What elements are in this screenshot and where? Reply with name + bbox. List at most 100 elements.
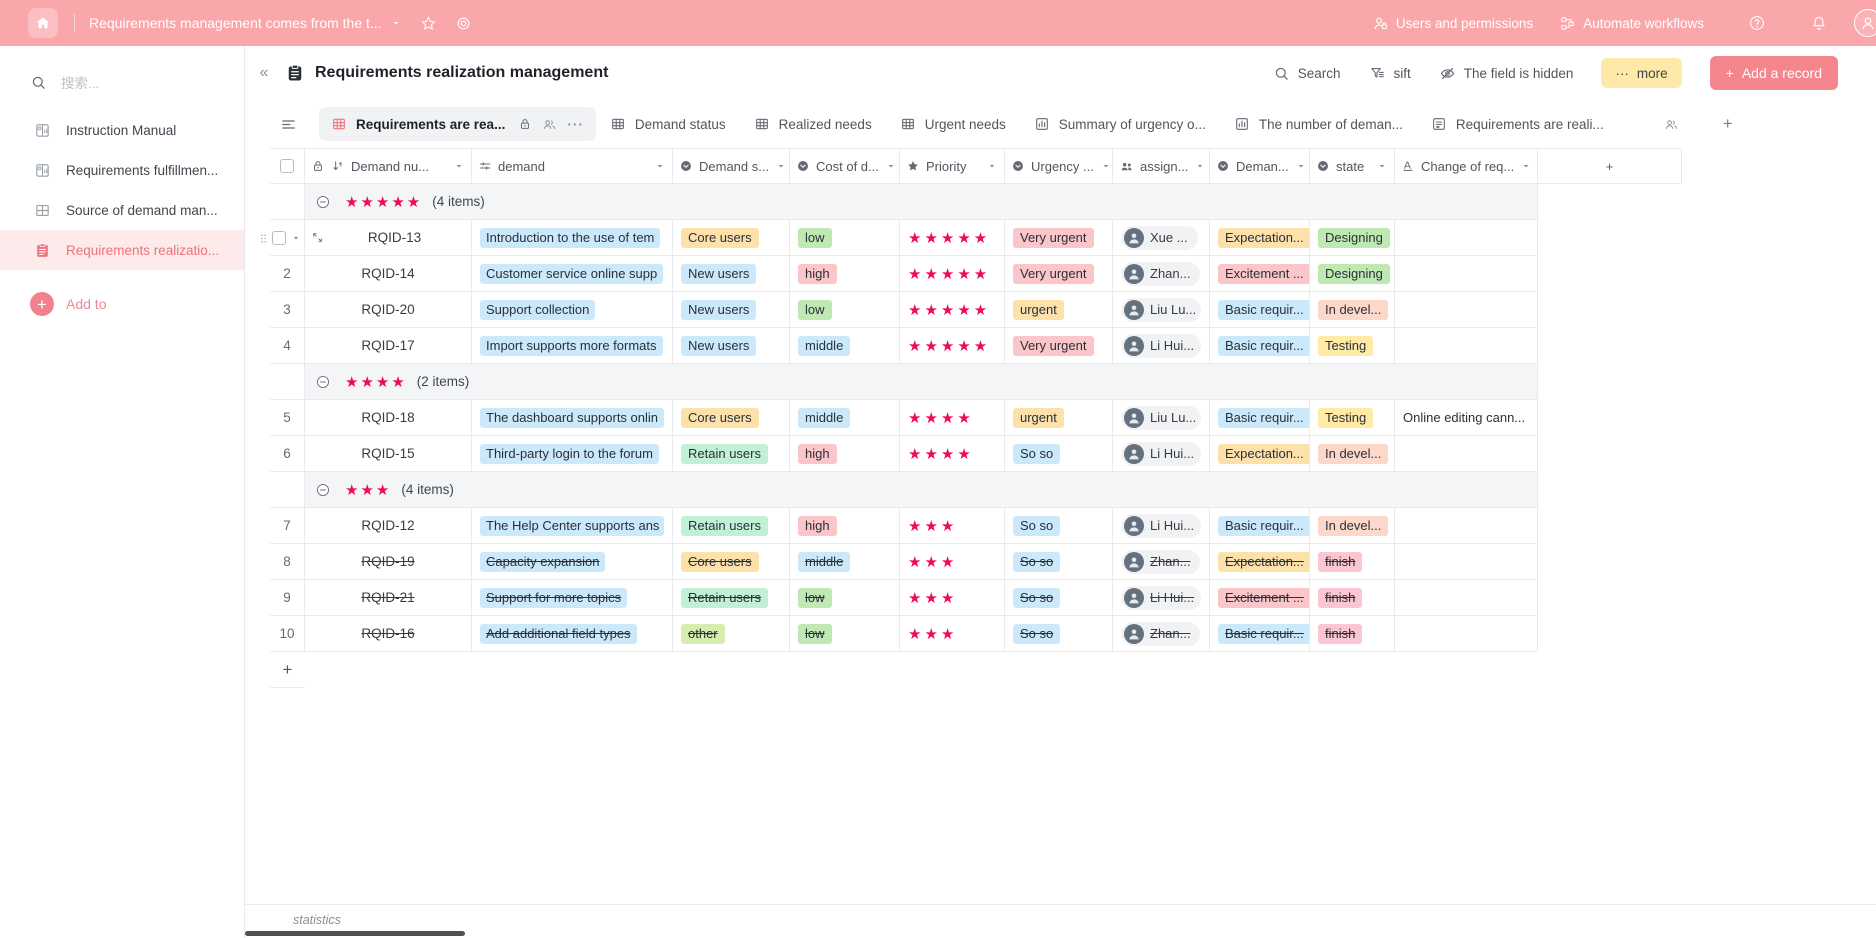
horizontal-scrollbar[interactable] bbox=[245, 931, 465, 936]
home-button[interactable] bbox=[28, 8, 58, 38]
cell-change[interactable] bbox=[1395, 544, 1538, 580]
cell-urgency[interactable]: So so bbox=[1005, 580, 1113, 616]
group-header-cell[interactable]: ★★★★★ (4 items) bbox=[305, 184, 1538, 220]
cell-cost[interactable]: low bbox=[790, 220, 900, 256]
column-caret-icon[interactable] bbox=[453, 160, 465, 172]
cell-demand[interactable]: The dashboard supports onlin bbox=[472, 400, 673, 436]
cell-change[interactable] bbox=[1395, 580, 1538, 616]
cell-classification[interactable]: Basic requir... bbox=[1210, 328, 1310, 364]
cell-cost[interactable]: middle bbox=[790, 328, 900, 364]
column-header-cost[interactable]: Cost of d... bbox=[790, 148, 900, 184]
cell-demand[interactable]: Import supports more formats bbox=[472, 328, 673, 364]
statistics-label[interactable]: statistics bbox=[245, 905, 1876, 927]
collapse-group-icon[interactable] bbox=[315, 374, 331, 390]
cell-change[interactable]: Online editing cann... bbox=[1395, 400, 1538, 436]
cell-demand[interactable]: Third-party login to the forum bbox=[472, 436, 673, 472]
column-header-change[interactable]: Change of req... bbox=[1395, 148, 1538, 184]
cell-id[interactable]: RQID-19 bbox=[305, 544, 472, 580]
column-caret-icon[interactable] bbox=[1376, 160, 1388, 172]
cell-assignee[interactable]: Zhan... bbox=[1113, 256, 1210, 292]
sidebar-item-1[interactable]: Requirements fulfillmen... bbox=[0, 150, 244, 190]
cell-urgency[interactable]: Very urgent bbox=[1005, 220, 1113, 256]
view-tab-4[interactable]: Summary of urgency o... bbox=[1020, 107, 1220, 141]
cell-assignee[interactable]: Li Hui... bbox=[1113, 580, 1210, 616]
hidden-fields-button[interactable]: The field is hidden bbox=[1439, 65, 1574, 82]
cell-demand[interactable]: Customer service online supp bbox=[472, 256, 673, 292]
cell-priority[interactable]: ★★★★★ bbox=[900, 256, 1005, 292]
cell-state[interactable]: finish bbox=[1310, 580, 1395, 616]
sidebar-item-0[interactable]: Instruction Manual bbox=[0, 110, 244, 150]
cell-id[interactable]: RQID-17 bbox=[305, 328, 472, 364]
row-drag-handle[interactable] bbox=[245, 220, 270, 256]
group-header-cell[interactable]: ★★★ (4 items) bbox=[305, 472, 1538, 508]
cell-assignee[interactable]: Liu Lu... bbox=[1113, 400, 1210, 436]
column-caret-icon[interactable] bbox=[986, 160, 998, 172]
collapse-group-icon[interactable] bbox=[315, 194, 331, 210]
collapse-group-icon[interactable] bbox=[315, 482, 331, 498]
cell-change[interactable] bbox=[1395, 292, 1538, 328]
cell-cost[interactable]: high bbox=[790, 508, 900, 544]
column-caret-icon[interactable] bbox=[1295, 160, 1307, 172]
cell-priority[interactable]: ★★★ bbox=[900, 508, 1005, 544]
column-header-source[interactable]: Demand s... bbox=[673, 148, 790, 184]
collapse-sidebar-button[interactable]: « bbox=[251, 64, 277, 82]
cell-assignee[interactable]: Li Hui... bbox=[1113, 328, 1210, 364]
cell-id[interactable]: RQID-16 bbox=[305, 616, 472, 652]
cell-demand[interactable]: Support collection bbox=[472, 292, 673, 328]
column-header-classification[interactable]: Deman... bbox=[1210, 148, 1310, 184]
column-caret-icon[interactable] bbox=[1100, 160, 1112, 172]
cell-source[interactable]: New users bbox=[673, 328, 790, 364]
cell-cost[interactable]: middle bbox=[790, 544, 900, 580]
cell-id[interactable]: RQID-14 bbox=[305, 256, 472, 292]
cell-source[interactable]: New users bbox=[673, 256, 790, 292]
cell-cost[interactable]: high bbox=[790, 256, 900, 292]
column-caret-icon[interactable] bbox=[775, 160, 787, 172]
cell-id[interactable]: RQID-13 bbox=[305, 220, 472, 256]
cell-demand[interactable]: Capacity expansion bbox=[472, 544, 673, 580]
cell-cost[interactable]: high bbox=[790, 436, 900, 472]
add-view-button[interactable]: + bbox=[1723, 114, 1733, 134]
automate-workflows-button[interactable]: Automate workflows bbox=[1559, 15, 1704, 32]
column-header-priority[interactable]: Priority bbox=[900, 148, 1005, 184]
user-avatar[interactable] bbox=[1854, 9, 1876, 37]
cell-cost[interactable]: low bbox=[790, 292, 900, 328]
cell-urgency[interactable]: Very urgent bbox=[1005, 256, 1113, 292]
cell-id[interactable]: RQID-20 bbox=[305, 292, 472, 328]
view-tab-1[interactable]: Demand status bbox=[596, 107, 740, 141]
cell-urgency[interactable]: So so bbox=[1005, 436, 1113, 472]
cell-state[interactable]: finish bbox=[1310, 616, 1395, 652]
row-checkbox[interactable] bbox=[272, 231, 286, 245]
cell-classification[interactable]: Excitement ... bbox=[1210, 256, 1310, 292]
cell-id[interactable]: RQID-18 bbox=[305, 400, 472, 436]
cell-classification[interactable]: Basic requir... bbox=[1210, 400, 1310, 436]
more-button[interactable]: ··· more bbox=[1601, 58, 1681, 88]
column-header-state[interactable]: state bbox=[1310, 148, 1395, 184]
view-menu-icon[interactable] bbox=[280, 116, 297, 133]
view-tab-2[interactable]: Realized needs bbox=[740, 107, 886, 141]
cell-urgency[interactable]: So so bbox=[1005, 616, 1113, 652]
cell-source[interactable]: New users bbox=[673, 292, 790, 328]
cell-source[interactable]: other bbox=[673, 616, 790, 652]
cell-source[interactable]: Core users bbox=[673, 220, 790, 256]
cell-priority[interactable]: ★★★ bbox=[900, 616, 1005, 652]
cell-id[interactable]: RQID-15 bbox=[305, 436, 472, 472]
row-select-cell[interactable] bbox=[270, 220, 305, 256]
cell-cost[interactable]: low bbox=[790, 616, 900, 652]
cell-source[interactable]: Retain users bbox=[673, 436, 790, 472]
cell-state[interactable]: Testing bbox=[1310, 400, 1395, 436]
view-tab-6[interactable]: Requirements are reali... bbox=[1417, 107, 1618, 141]
cell-source[interactable]: Retain users bbox=[673, 508, 790, 544]
sift-button[interactable]: sift bbox=[1369, 65, 1411, 82]
row-caret-icon[interactable] bbox=[290, 232, 302, 244]
cell-id[interactable]: RQID-12 bbox=[305, 508, 472, 544]
cell-assignee[interactable]: Li Hui... bbox=[1113, 508, 1210, 544]
cell-state[interactable]: finish bbox=[1310, 544, 1395, 580]
column-caret-icon[interactable] bbox=[654, 160, 666, 172]
column-header-id[interactable]: Demand nu... bbox=[305, 148, 472, 184]
view-tab-active[interactable]: Requirements are rea... ··· bbox=[319, 107, 596, 141]
cell-priority[interactable]: ★★★ bbox=[900, 544, 1005, 580]
cell-change[interactable] bbox=[1395, 508, 1538, 544]
sidebar-item-3[interactable]: Requirements realizatio... bbox=[0, 230, 244, 270]
cell-priority[interactable]: ★★★★★ bbox=[900, 220, 1005, 256]
cell-priority[interactable]: ★★★★★ bbox=[900, 292, 1005, 328]
